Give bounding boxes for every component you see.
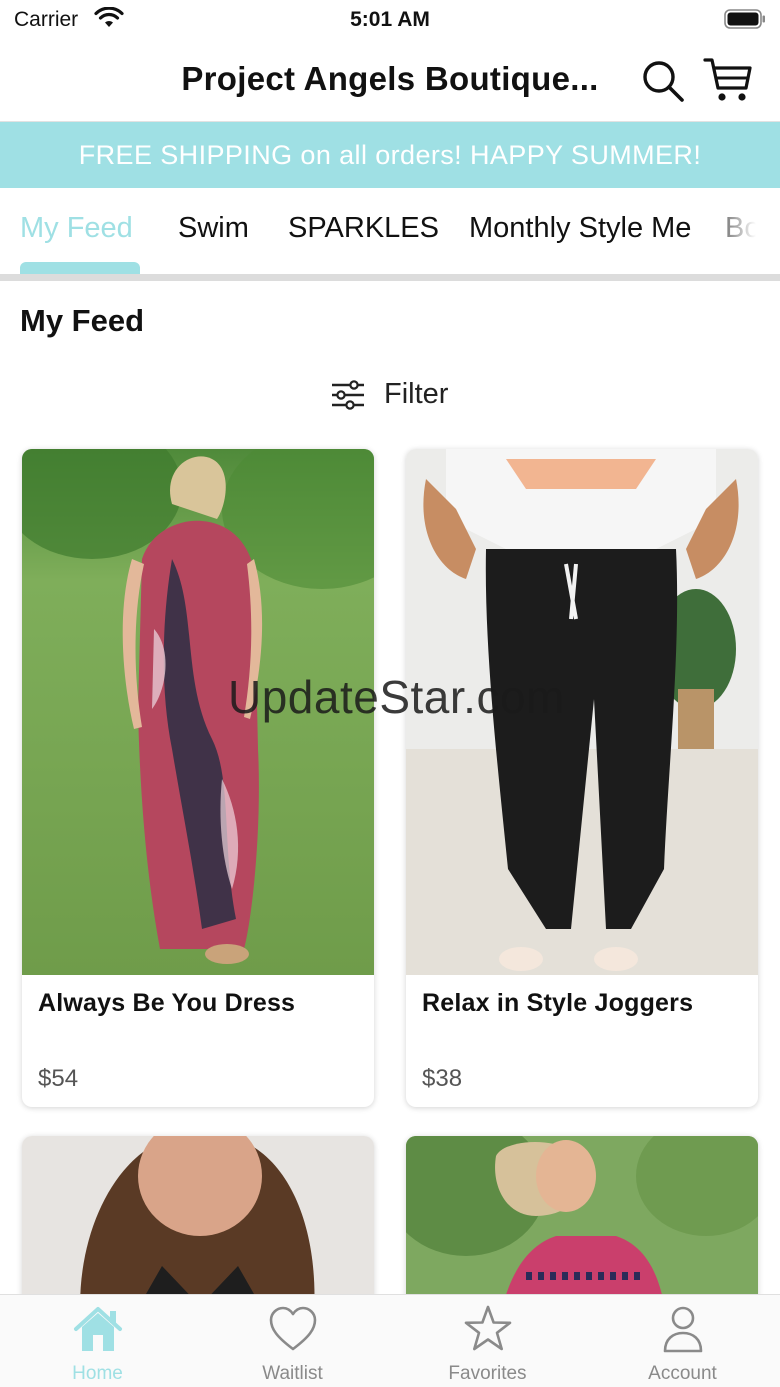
tab-waitlist-label: Waitlist — [262, 1363, 323, 1384]
tab-my-feed[interactable]: My Feed — [20, 212, 133, 245]
cart-icon[interactable] — [702, 54, 754, 106]
heart-icon — [269, 1306, 317, 1351]
tab-account[interactable]: Account — [585, 1295, 780, 1387]
status-bar: Carrier 5:01 AM — [0, 0, 780, 40]
product-card[interactable]: Relax in Style Joggers $38 — [406, 449, 758, 1107]
tab-swim[interactable]: Swim — [178, 212, 249, 245]
bottom-tab-bar: Home Waitlist Favorites Account — [0, 1294, 780, 1387]
clock-label: 5:01 AM — [350, 8, 430, 31]
promo-text: FREE SHIPPING on all orders! HAPPY SUMME… — [78, 140, 702, 170]
tab-monthly-style-me[interactable]: Monthly Style Me — [469, 212, 691, 245]
search-icon[interactable] — [640, 58, 686, 104]
promo-banner[interactable]: FREE SHIPPING on all orders! HAPPY SUMME… — [0, 122, 780, 188]
store-title: Project Angels Boutique... — [181, 60, 599, 97]
product-price: $54 — [38, 1065, 79, 1092]
product-name: Relax in Style Joggers — [422, 989, 694, 1017]
product-name: Always Be You Dress — [38, 989, 296, 1017]
tab-account-label: Account — [648, 1363, 717, 1384]
filter-sliders-icon — [332, 380, 364, 410]
battery-icon — [724, 9, 765, 29]
filter-label: Filter — [384, 378, 449, 410]
tabs-divider — [0, 274, 780, 281]
watermark-text: UpdateStar.com — [228, 671, 565, 723]
tab-home[interactable]: Home — [0, 1295, 195, 1387]
star-icon — [464, 1305, 512, 1351]
product-card[interactable]: Always Be You Dress $54 — [22, 449, 374, 1107]
active-tab-indicator — [20, 262, 140, 274]
tabs-fade-overlay — [700, 188, 780, 274]
tab-favorites-label: Favorites — [448, 1363, 527, 1384]
category-tabs: My Feed Swim SPARKLES Monthly Style Me B… — [0, 188, 780, 274]
product-price: $38 — [422, 1065, 463, 1092]
filter-button[interactable]: Filter — [330, 376, 470, 416]
tab-favorites[interactable]: Favorites — [390, 1295, 585, 1387]
tab-sparkles[interactable]: SPARKLES — [288, 212, 439, 245]
home-icon — [74, 1307, 122, 1351]
tab-waitlist[interactable]: Waitlist — [195, 1295, 390, 1387]
tab-home-label: Home — [72, 1363, 123, 1384]
account-icon — [663, 1306, 703, 1353]
navigation-bar: Project Angels Boutique... — [0, 40, 780, 122]
section-title: My Feed — [20, 303, 145, 338]
